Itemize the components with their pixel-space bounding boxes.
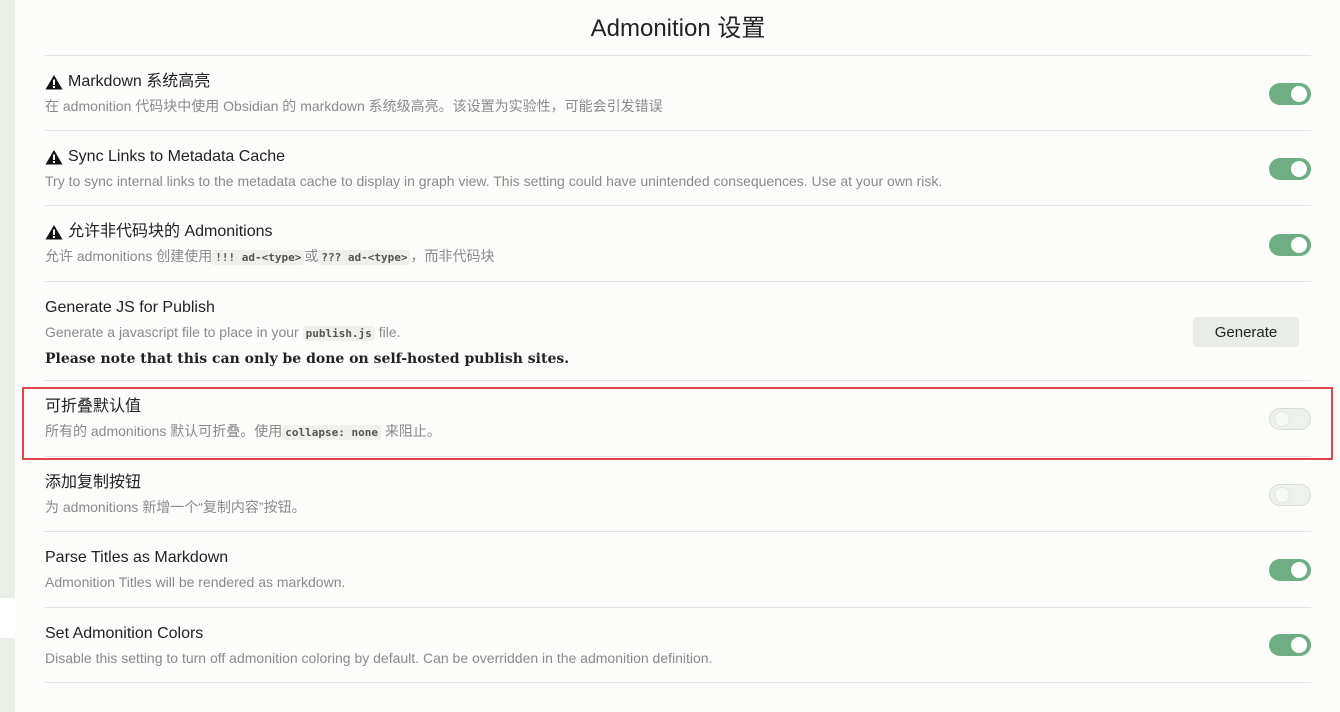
admonition-colors-toggle[interactable] — [1269, 634, 1311, 656]
setting-description: Admonition Titles will be rendered as ma… — [45, 574, 346, 590]
copy-button-toggle[interactable] — [1269, 484, 1311, 506]
warning-triangle-icon — [45, 74, 63, 90]
left-sidebar-gap — [0, 598, 15, 638]
setting-name: 允许非代码块的 Admonitions — [68, 223, 273, 240]
parse-titles-toggle[interactable] — [1269, 559, 1311, 581]
inline-code: !!! ad-<type> — [212, 250, 305, 265]
setting-description: 允许 admonitions 创建使用!!! ad-<type> 或??? ad-… — [45, 248, 495, 265]
setting-generate-js: Generate JS for Publish Generate a javas… — [45, 282, 1311, 381]
setting-collapsible-default: 可折叠默认值 所有的 admonitions 默认可折叠。使用 collapse:… — [45, 381, 1311, 457]
setting-copy-button: 添加复制按钮 为 admonitions 新增一个“复制内容”按钮。 — [45, 457, 1311, 532]
setting-description: 所有的 admonitions 默认可折叠。使用 collapse: none 来… — [45, 423, 441, 440]
setting-name: 添加复制按钮 — [45, 474, 142, 491]
setting-parse-titles: Parse Titles as Markdown Admonition Titl… — [45, 532, 1311, 608]
non-codeblock-toggle[interactable] — [1269, 234, 1311, 256]
setting-description: 在 admonition 代码块中使用 Obsidian 的 markdown … — [45, 98, 663, 114]
setting-description: 为 admonitions 新增一个“复制内容”按钮。 — [45, 499, 306, 515]
warning-triangle-icon — [45, 224, 63, 240]
setting-name: 可折叠默认值 — [45, 398, 142, 415]
publish-note: Please note that this can only be done o… — [45, 351, 570, 367]
setting-admonition-colors: Set Admonition Colors Disable this setti… — [45, 608, 1311, 683]
setting-name: Set Admonition Colors — [45, 625, 204, 642]
setting-non-codeblock-admonitions: 允许非代码块的 Admonitions 允许 admonitions 创建使用!… — [45, 206, 1311, 282]
setting-name: Parse Titles as Markdown — [45, 549, 229, 566]
generate-button[interactable]: Generate — [1193, 317, 1299, 347]
setting-name: Generate JS for Publish — [45, 299, 215, 316]
setting-name: Markdown 系统高亮 — [68, 73, 211, 90]
settings-list: Markdown 系统高亮 在 admonition 代码块中使用 Obsidi… — [45, 55, 1311, 683]
setting-markdown-highlight: Markdown 系统高亮 在 admonition 代码块中使用 Obsidi… — [45, 56, 1311, 131]
collapsible-default-toggle[interactable] — [1269, 408, 1311, 430]
page-title: Admonition 设置 — [590, 15, 766, 42]
sync-links-toggle[interactable] — [1269, 158, 1311, 180]
setting-sync-links: Sync Links to Metadata Cache Try to sync… — [45, 131, 1311, 206]
inline-code: collapse: none — [282, 425, 381, 440]
markdown-highlight-toggle[interactable] — [1269, 83, 1311, 105]
warning-triangle-icon — [45, 149, 63, 165]
inline-code: publish.js — [302, 326, 375, 341]
setting-description: Generate a javascript file to place in y… — [45, 324, 401, 341]
inline-code: ??? ad-<type> — [318, 250, 411, 265]
setting-description: Try to sync internal links to the metada… — [45, 173, 943, 189]
setting-description: Disable this setting to turn off admonit… — [45, 650, 713, 666]
setting-name: Sync Links to Metadata Cache — [68, 148, 286, 165]
